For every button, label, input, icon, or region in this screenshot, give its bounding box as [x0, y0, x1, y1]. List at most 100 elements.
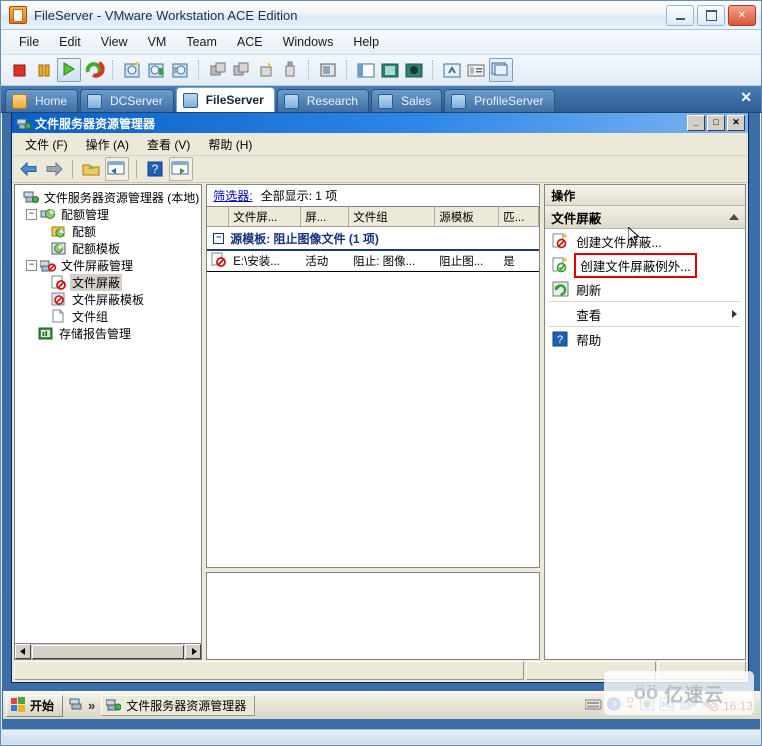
- snapshot-take-icon[interactable]: [121, 59, 143, 81]
- tree-item-storage-reports-management[interactable]: 存储报告管理: [18, 325, 201, 342]
- chevron-more-icon[interactable]: »: [88, 698, 95, 713]
- menu-ace[interactable]: ACE: [227, 32, 273, 52]
- tree-item-file-group[interactable]: 文件组: [18, 308, 201, 325]
- help-icon: ?: [552, 331, 569, 347]
- column-header-screening-type[interactable]: 屏...: [301, 207, 350, 226]
- help-icon[interactable]: ?: [144, 158, 166, 180]
- mmc-menu-action[interactable]: 操作 (A): [77, 134, 138, 155]
- filter-link[interactable]: 筛选器:: [213, 187, 252, 204]
- action-create-file-screen-exception[interactable]: 创建文件屏蔽例外...: [545, 252, 745, 278]
- toolbar-separator: [112, 60, 114, 80]
- scroll-right-button[interactable]: [185, 644, 202, 659]
- vm-tab-dcserver[interactable]: DCServer: [80, 89, 174, 112]
- quick-launch-bar: »: [69, 696, 95, 715]
- settings-icon[interactable]: [441, 59, 463, 81]
- usb-device-icon[interactable]: [279, 59, 301, 81]
- actions-section-header[interactable]: 文件屏蔽: [545, 206, 745, 229]
- maximize-button[interactable]: [697, 5, 725, 26]
- action-help[interactable]: ? 帮助: [545, 327, 745, 351]
- scrollbar-thumb[interactable]: [32, 644, 185, 659]
- menu-view[interactable]: View: [91, 32, 138, 52]
- back-arrow-icon[interactable]: [18, 158, 40, 180]
- tree-item-quota[interactable]: 配额: [18, 223, 201, 240]
- taskbar-button-fsrm[interactable]: 文件服务器资源管理器: [101, 695, 256, 716]
- summary-icon[interactable]: [465, 59, 487, 81]
- vm-tab-profileserver[interactable]: ProfileServer: [444, 89, 555, 112]
- column-header-matches-template[interactable]: 匹...: [499, 207, 540, 226]
- close-button[interactable]: ✕: [728, 5, 756, 26]
- tree-expander[interactable]: −: [26, 209, 37, 220]
- power-on-icon[interactable]: [57, 58, 81, 82]
- console-view-icon[interactable]: [489, 58, 513, 82]
- tree-item-label: 文件屏蔽: [70, 274, 123, 291]
- forward-arrow-icon[interactable]: [43, 158, 65, 180]
- quickswitch-icon[interactable]: [403, 59, 425, 81]
- tree-item-quota-management[interactable]: − 配额管理: [18, 206, 201, 223]
- action-view[interactable]: 查看: [545, 302, 745, 326]
- tree-item-file-screening-management[interactable]: − 文件屏蔽管理: [18, 257, 201, 274]
- reset-icon[interactable]: [83, 59, 105, 81]
- suspend-icon[interactable]: [33, 59, 55, 81]
- delete-vm-icon[interactable]: [255, 59, 277, 81]
- close-tab-button[interactable]: ✕: [740, 90, 752, 104]
- show-sidebar-icon[interactable]: [355, 59, 377, 81]
- mmc-toolbar-separator: [136, 160, 137, 178]
- table-row[interactable]: E:\安装... 活动 阻止: 图像... 阻止图... 是: [207, 251, 540, 272]
- create-file-screen-exception-icon: [552, 257, 569, 273]
- menu-help[interactable]: Help: [343, 32, 389, 52]
- menu-file[interactable]: File: [9, 32, 49, 52]
- tree-item-file-screen[interactable]: 文件屏蔽: [18, 274, 201, 291]
- vm-tab-research[interactable]: Research: [276, 89, 370, 112]
- vm-tab-sales[interactable]: Sales: [371, 89, 443, 112]
- minimize-button[interactable]: [666, 5, 694, 26]
- mmc-close-button[interactable]: ✕: [727, 115, 745, 131]
- tree-horizontal-scrollbar[interactable]: [15, 643, 202, 659]
- column-header-source-template[interactable]: 源模板: [435, 207, 500, 226]
- snapshot-manager-icon[interactable]: [169, 59, 191, 81]
- actions-pane-title: 操作: [545, 185, 745, 206]
- start-button[interactable]: 开始: [6, 694, 64, 717]
- column-header-file-group[interactable]: 文件组: [349, 207, 436, 226]
- clone-multi-icon[interactable]: [231, 59, 253, 81]
- tree-item-file-screen-template[interactable]: 文件屏蔽模板: [18, 291, 201, 308]
- column-header-icon[interactable]: [207, 207, 230, 226]
- snapshot-revert-icon[interactable]: [145, 59, 167, 81]
- tree-item-root[interactable]: 文件服务器资源管理器 (本地): [18, 189, 201, 206]
- collapse-triangle-icon[interactable]: [729, 214, 739, 220]
- menu-windows[interactable]: Windows: [273, 32, 344, 52]
- fullscreen-icon[interactable]: [379, 59, 401, 81]
- tree-item-quota-template[interactable]: 配额模板: [18, 240, 201, 257]
- show-action-pane-icon[interactable]: [169, 157, 193, 181]
- power-off-icon[interactable]: [9, 59, 31, 81]
- mmc-menu-bar: 文件 (F) 操作 (A) 查看 (V) 帮助 (H): [12, 133, 748, 156]
- list-group-header[interactable]: − 源模板: 阻止图像文件 (1 项): [207, 227, 540, 251]
- up-folder-icon[interactable]: [80, 158, 102, 180]
- capture-screen-icon[interactable]: [317, 59, 339, 81]
- fsrm-icon: [16, 116, 32, 131]
- vm-tab-home[interactable]: Home: [5, 89, 79, 112]
- toolbar-separator: [308, 60, 310, 80]
- mmc-menu-file[interactable]: 文件 (F): [16, 134, 77, 155]
- tree-expander[interactable]: −: [26, 260, 37, 271]
- mmc-restore-button[interactable]: □: [707, 115, 725, 131]
- tree-item-label: 配额管理: [61, 208, 110, 222]
- keyboard-icon[interactable]: [584, 698, 602, 714]
- column-header-file-screen-path[interactable]: 文件屏...: [229, 207, 302, 226]
- clone-icon[interactable]: [207, 59, 229, 81]
- scroll-left-button[interactable]: [15, 644, 31, 659]
- action-create-file-screen[interactable]: 创建文件屏蔽...: [545, 229, 745, 253]
- server-manager-icon[interactable]: [69, 696, 85, 715]
- menu-team[interactable]: Team: [176, 32, 227, 52]
- action-refresh[interactable]: 刷新: [545, 277, 745, 301]
- mmc-menu-view[interactable]: 查看 (V): [138, 134, 199, 155]
- mmc-minimize-button[interactable]: _: [687, 115, 705, 131]
- menu-edit[interactable]: Edit: [49, 32, 91, 52]
- toolbar-separator: [432, 60, 434, 80]
- menu-vm[interactable]: VM: [138, 32, 177, 52]
- show-hide-tree-icon[interactable]: [105, 157, 129, 181]
- vm-icon: [182, 92, 198, 108]
- group-expander[interactable]: −: [213, 232, 225, 244]
- mmc-menu-help[interactable]: 帮助 (H): [199, 134, 261, 155]
- vm-tab-fileserver[interactable]: FileServer: [175, 87, 275, 112]
- preview-pane: [206, 572, 541, 660]
